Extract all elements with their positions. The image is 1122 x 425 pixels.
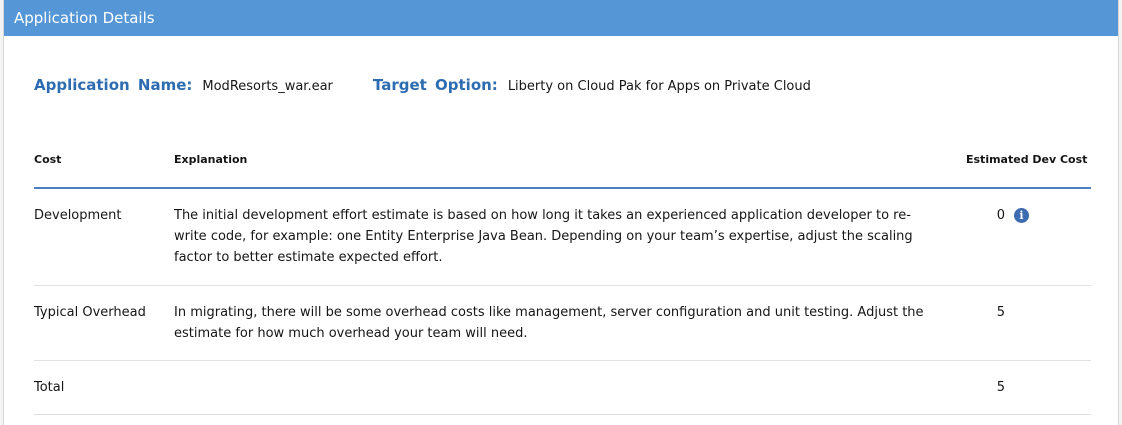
cost-table: Cost Explanation Estimated Dev Cost Deve…: [34, 140, 1091, 415]
column-header-cost: Cost: [34, 153, 62, 166]
cell-estimated-cost: 5: [996, 305, 1005, 320]
cell-explanation: The initial development effort estimate …: [174, 208, 913, 265]
column-header-explanation: Explanation: [174, 153, 248, 166]
target-option-label: Target Option:: [372, 76, 498, 94]
cell-cost: Development: [34, 208, 122, 223]
application-details-panel: Application Details Application Name: Mo…: [3, 0, 1119, 425]
cell-cost: Typical Overhead: [34, 305, 146, 320]
cell-explanation: In migrating, there will be some overhea…: [174, 305, 924, 341]
cell-cost: Total: [34, 380, 65, 395]
cell-estimated-cost: 5: [996, 380, 1005, 395]
target-option-value: Liberty on Cloud Pak for Apps on Private…: [507, 79, 811, 94]
application-name-label: Application Name:: [34, 76, 193, 94]
panel-header: Application Details: [4, 0, 1118, 36]
table-row-development: Development The initial development effo…: [34, 189, 1091, 286]
column-header-estimated-dev-cost: Estimated Dev Cost: [966, 153, 1088, 166]
table-header: Cost Explanation Estimated Dev Cost: [34, 140, 1091, 189]
table-row-total: Total 5: [34, 361, 1091, 415]
application-name-value: ModResorts_war.ear: [202, 79, 333, 94]
application-meta: Application Name: ModResorts_war.ear Tar…: [34, 76, 811, 94]
cell-estimated-cost: 0: [996, 208, 1005, 223]
info-circle-icon[interactable]: i: [1014, 208, 1029, 223]
table-row-typical-overhead: Typical Overhead In migrating, there wil…: [34, 286, 1091, 361]
